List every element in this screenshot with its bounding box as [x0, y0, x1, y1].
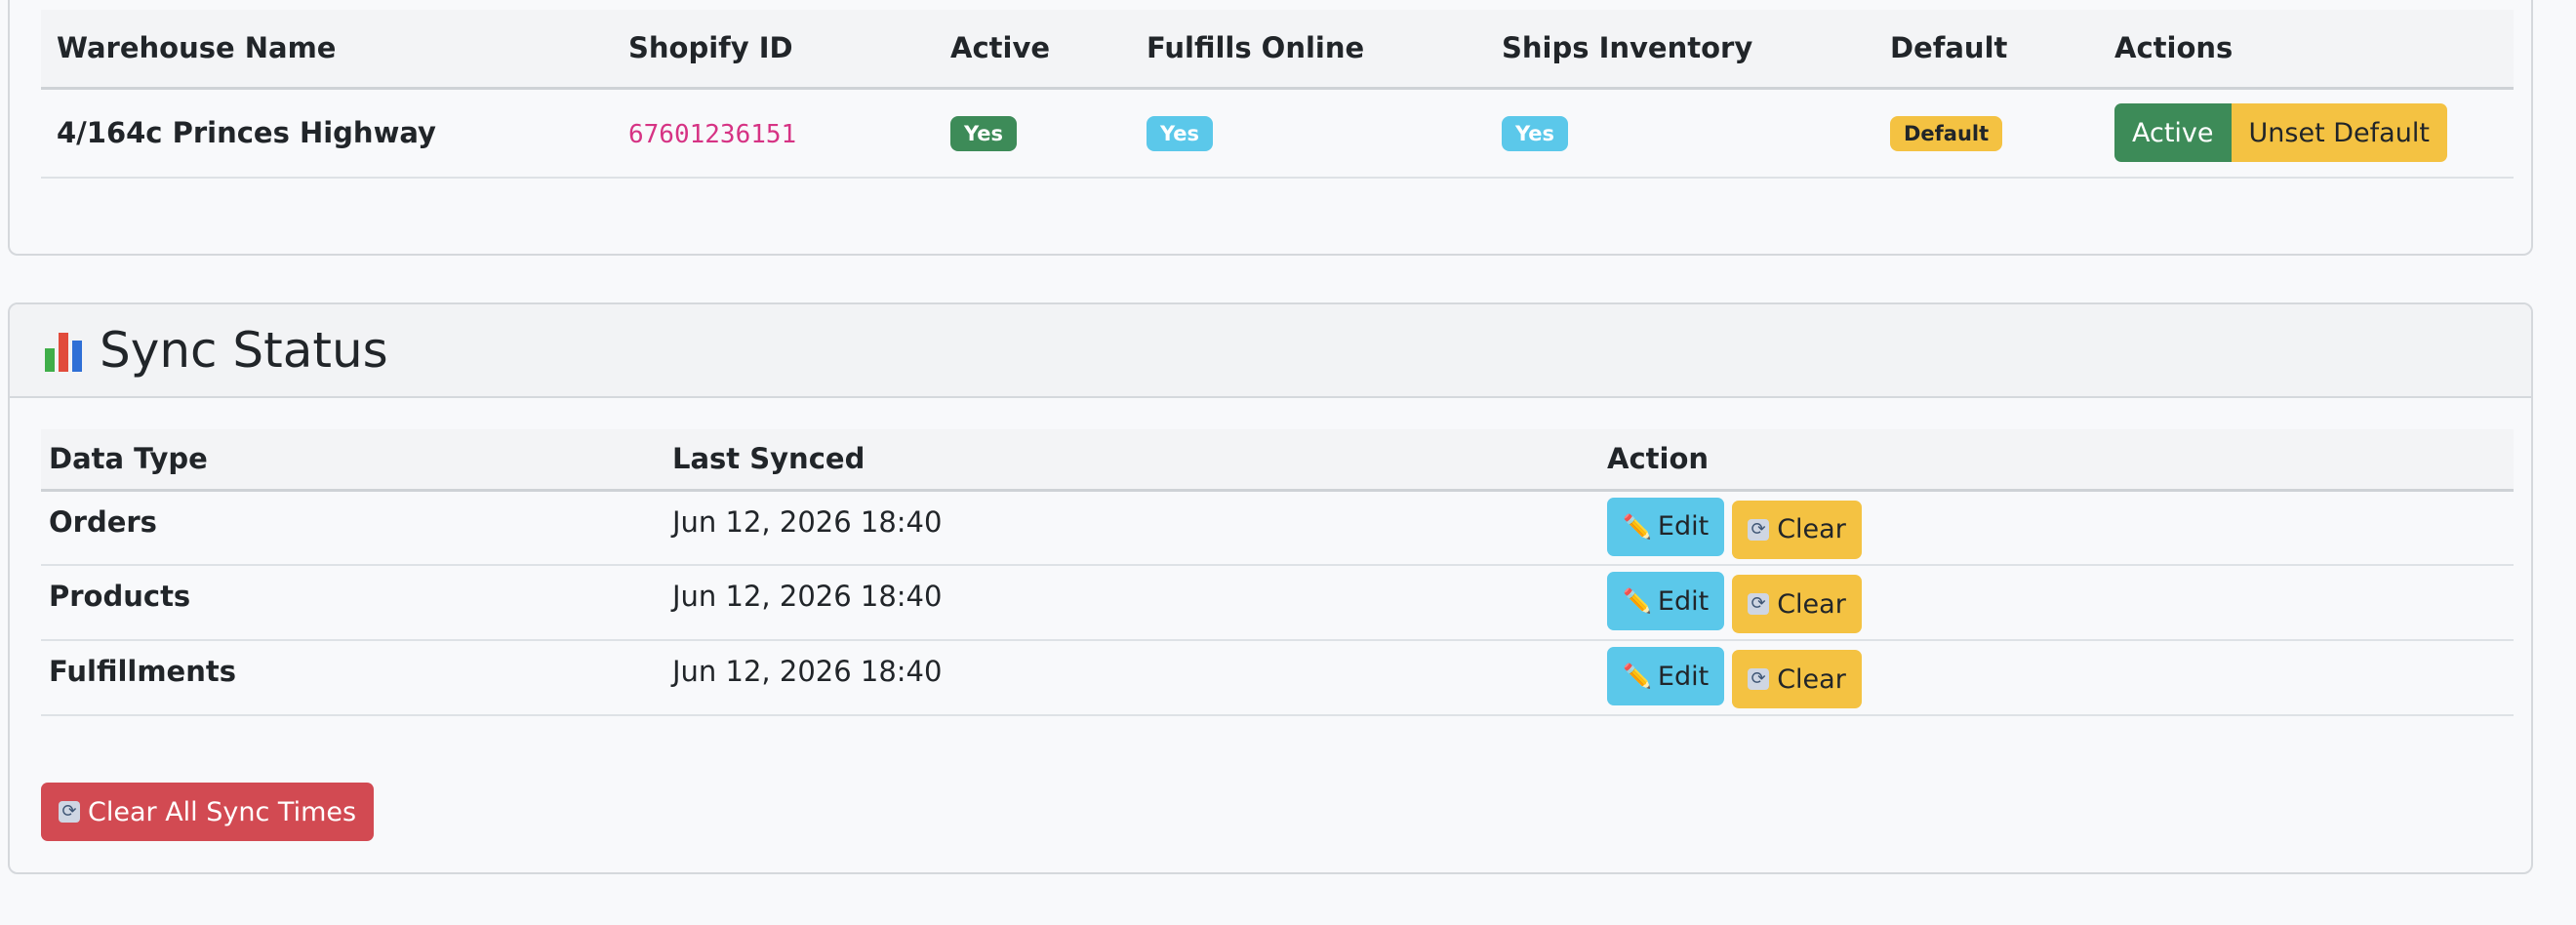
- sync-status-table: Data Type Last Synced Action Orders Jun …: [41, 429, 2514, 716]
- warehouse-actions: Active Unset Default: [2114, 103, 2447, 163]
- sync-status-card: Sync Status Data Type Last Synced Action…: [8, 302, 2533, 874]
- bar-chart-icon: [43, 329, 84, 372]
- shopify-id: 67601236151: [628, 120, 797, 150]
- pencil-icon: ✏️: [1623, 587, 1652, 615]
- warehouse-card: Warehouse Name Shopify ID Active Fulfill…: [8, 0, 2533, 256]
- active-badge: Yes: [950, 116, 1018, 152]
- col-shopify-id: Shopify ID: [628, 31, 793, 65]
- refresh-icon: ⟳: [1748, 593, 1770, 615]
- last-synced-fulfillments: Jun 12, 2026 18:40: [672, 655, 943, 688]
- edit-orders-button[interactable]: ✏️ Edit: [1607, 497, 1725, 556]
- sync-status-title: Sync Status: [100, 322, 388, 379]
- data-type-products: Products: [49, 580, 191, 613]
- ships-inventory-badge: Yes: [1502, 116, 1569, 152]
- last-synced-orders: Jun 12, 2026 18:40: [672, 504, 943, 539]
- refresh-icon: ⟳: [59, 801, 80, 823]
- sync-table-header: Data Type Last Synced Action: [41, 429, 2514, 490]
- refresh-icon: ⟳: [1748, 518, 1770, 541]
- clear-fulfillments-button[interactable]: ⟳ Clear: [1732, 650, 1862, 708]
- refresh-icon: ⟳: [1748, 668, 1770, 690]
- clear-products-button[interactable]: ⟳ Clear: [1732, 575, 1862, 633]
- clear-all-sync-times-button[interactable]: ⟳ Clear All Sync Times: [41, 783, 375, 841]
- table-row: Products Jun 12, 2026 18:40 ✏️ Edit ⟳ Clear: [41, 565, 2514, 640]
- table-row: Fulfillments Jun 12, 2026 18:40 ✏️ Edit ⟳ C…: [41, 640, 2514, 715]
- edit-products-button[interactable]: ✏️ Edit: [1607, 572, 1725, 630]
- pencil-icon: ✏️: [1623, 512, 1652, 541]
- data-type-fulfillments: Fulfillments: [49, 655, 236, 688]
- col-action: Action: [1607, 442, 1710, 476]
- data-type-orders: Orders: [49, 504, 157, 539]
- edit-fulfillments-button[interactable]: ✏️ Edit: [1607, 647, 1725, 705]
- col-actions: Actions: [2114, 31, 2234, 65]
- active-toggle-button[interactable]: Active: [2114, 103, 2232, 163]
- col-default: Default: [1890, 31, 2008, 65]
- col-active: Active: [950, 31, 1051, 65]
- fulfills-online-badge: Yes: [1147, 116, 1214, 152]
- warehouse-table-header: Warehouse Name Shopify ID Active Fulfill…: [41, 10, 2514, 88]
- col-ships-inventory: Ships Inventory: [1502, 31, 1753, 65]
- col-warehouse-name: Warehouse Name: [57, 31, 337, 65]
- table-row: Orders Jun 12, 2026 18:40 ✏️ Edit ⟳ Clear: [41, 490, 2514, 565]
- warehouse-name: 4/164c Princes Highway: [57, 116, 436, 150]
- table-row: 4/164c Princes Highway 67601236151 Yes Y…: [41, 88, 2514, 178]
- pencil-icon: ✏️: [1623, 663, 1652, 690]
- sync-status-header: Sync Status: [10, 304, 2531, 398]
- unset-default-button[interactable]: Unset Default: [2231, 103, 2447, 163]
- col-fulfills-online: Fulfills Online: [1147, 31, 1365, 65]
- col-last-synced: Last Synced: [672, 442, 865, 476]
- col-data-type: Data Type: [49, 442, 208, 476]
- last-synced-products: Jun 12, 2026 18:40: [672, 580, 943, 613]
- warehouse-table: Warehouse Name Shopify ID Active Fulfill…: [41, 10, 2514, 179]
- default-badge: Default: [1890, 116, 2003, 152]
- clear-orders-button[interactable]: ⟳ Clear: [1732, 500, 1862, 559]
